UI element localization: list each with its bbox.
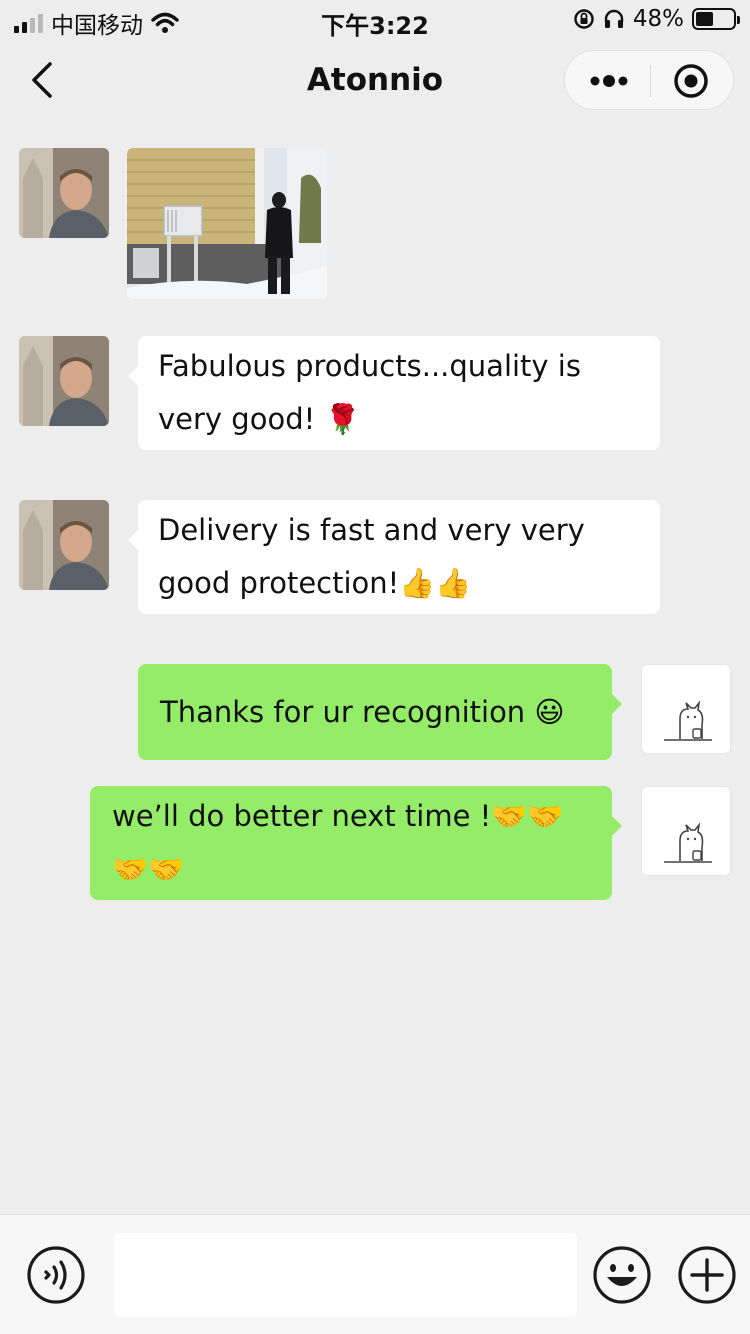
avatar-self[interactable] [641,786,731,876]
message-bubble-incoming[interactable]: Delivery is fast and very very good prot… [128,500,660,614]
more-functions-button[interactable] [677,1245,737,1305]
rotation-lock-icon [574,9,594,29]
message-text-line: very good! 🌹 [158,402,361,436]
cat-sticker-icon [664,700,712,741]
close-miniprogram-button[interactable] [673,63,709,99]
more-button[interactable] [587,65,631,97]
menu-capsule [564,50,734,110]
message-text-line: Fabulous products...quality is [158,349,581,383]
battery-icon [692,8,740,30]
nav-bar: Atonnio [0,44,750,120]
emoji-icon [593,1246,651,1304]
voice-button[interactable] [26,1245,86,1305]
plus-icon [678,1246,736,1304]
emoji-button[interactable] [592,1245,652,1305]
battery-percent: 48% [632,6,684,32]
voice-icon [27,1246,85,1304]
status-bar: 中国移动 下午3:22 48% [0,0,750,40]
message-input[interactable] [114,1233,577,1317]
target-circle-icon [674,64,708,98]
more-dots-icon [590,75,628,87]
message-text-line: Thanks for ur recognition 😃 [160,695,565,729]
avatar-self[interactable] [641,664,731,754]
message-text-line: 🤝🤝 [112,852,185,886]
message-bubble-outgoing[interactable]: Thanks for ur recognition 😃 [138,664,622,760]
message-text-line: Delivery is fast and very very [158,513,585,547]
message-text-line: good protection!👍👍 [158,566,472,600]
capsule-divider [650,65,651,97]
cat-sticker-icon [664,822,712,863]
message-bubble-incoming[interactable]: Fabulous products...quality is very good… [128,336,660,450]
avatar-customer[interactable] [19,148,109,238]
message-bubble-outgoing[interactable]: we’ll do better next time !🤝🤝 🤝🤝 [90,786,622,900]
message-image[interactable] [127,148,327,299]
headphones-icon [604,9,624,28]
message-text-line: we’ll do better next time !🤝🤝 [112,799,564,833]
avatar-customer[interactable] [19,500,109,590]
avatar-customer[interactable] [19,336,109,426]
chat-input-bar [0,1214,750,1334]
